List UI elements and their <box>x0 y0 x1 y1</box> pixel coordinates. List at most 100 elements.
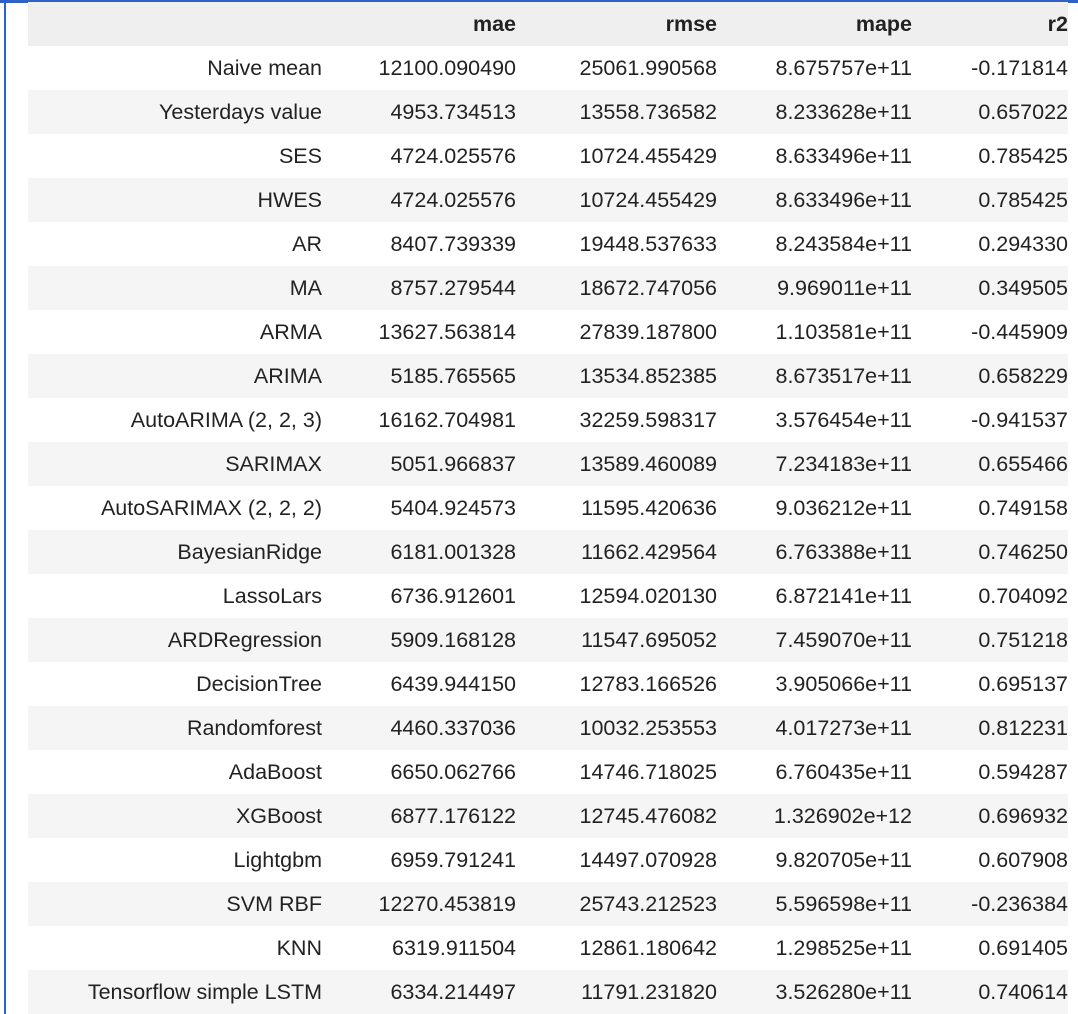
cell-r2: 0.740614 <box>978 979 1068 1004</box>
cell-r2: -0.941537 <box>971 407 1068 432</box>
cell-r2: 0.785425 <box>978 187 1068 212</box>
row-label: Naive mean <box>207 55 322 80</box>
cell-r2: 0.812231 <box>978 715 1068 740</box>
table-row: Tensorflow simple LSTM 6334.214497 11791.2… <box>28 970 1068 1014</box>
table-row: SVM RBF 12270.453819 25743.212523 5.596598e… <box>28 882 1068 926</box>
table-row: ARMA 13627.563814 27839.187800 1.103581e+11… <box>28 310 1068 354</box>
cell-mape: 8.675757e+11 <box>775 55 912 80</box>
cell-mape: 1.103581e+11 <box>775 319 912 344</box>
row-label: Lightgbm <box>233 847 322 872</box>
cell-mape: 9.820705e+11 <box>775 847 912 872</box>
cell-rmse: 14497.070928 <box>579 847 717 872</box>
row-label: LassoLars <box>222 583 322 608</box>
cell-mae: 6319.911504 <box>392 935 516 960</box>
cell-mae: 4460.337036 <box>390 715 516 740</box>
cell-rmse: 19448.537633 <box>579 231 717 256</box>
table-row: BayesianRidge 6181.001328 11662.429564 6.76… <box>28 530 1068 574</box>
table-row: SARIMAX 5051.966837 13589.460089 7.234183e+… <box>28 442 1068 486</box>
row-label: MA <box>289 275 322 300</box>
column-header-mape: mape <box>855 11 912 36</box>
cell-rmse: 10032.253553 <box>579 715 717 740</box>
cell-rmse: 13589.460089 <box>579 451 717 476</box>
cell-mae: 6959.791241 <box>390 847 516 872</box>
cell-rmse: 10724.455429 <box>579 143 717 168</box>
cell-r2: -0.236384 <box>971 891 1068 916</box>
cell-mape: 5.596598e+11 <box>775 891 912 916</box>
table-row: ARDRegression 5909.168128 11547.695052 7.45… <box>28 618 1068 662</box>
cell-mape: 1.326902e+12 <box>773 803 912 828</box>
table-body: Naive mean 12100.090490 25061.990568 8.6757… <box>28 46 1068 1014</box>
row-label: SARIMAX <box>225 451 322 476</box>
cell-rmse: 14746.718025 <box>579 759 717 784</box>
table-row: AR 8407.739339 19448.537633 8.243584e+11 0.2… <box>28 222 1068 266</box>
row-label: DecisionTree <box>196 671 322 696</box>
cell-r2: 0.749158 <box>978 495 1068 520</box>
cell-mae: 16162.704981 <box>378 407 516 432</box>
table-row: XGBoost 6877.176122 12745.476082 1.326902e+… <box>28 794 1068 838</box>
cell-rmse: 12861.180642 <box>579 935 717 960</box>
metrics-table: mae rmse mape r2 Naive mean 12100.090490 2506… <box>28 2 1068 1014</box>
cell-rmse: 13558.736582 <box>579 99 717 124</box>
row-label: SVM RBF <box>226 891 322 916</box>
cell-r2: 0.655466 <box>978 451 1068 476</box>
row-label: Yesterdays value <box>159 99 322 124</box>
cell-mape: 9.969011e+11 <box>777 275 912 300</box>
cell-mape: 4.017273e+11 <box>775 715 912 740</box>
cell-rmse: 13534.852385 <box>579 363 717 388</box>
cell-mape: 3.905066e+11 <box>775 671 912 696</box>
cell-r2: 0.294330 <box>978 231 1068 256</box>
table-row: Yesterdays value 4953.734513 13558.736582 8… <box>28 90 1068 134</box>
cell-r2: 0.704092 <box>978 583 1068 608</box>
table-row: MA 8757.279544 18672.747056 9.969011e+11 0.3… <box>28 266 1068 310</box>
cell-r2: -0.445909 <box>971 319 1068 344</box>
index-header <box>28 2 322 46</box>
cell-mae: 5909.168128 <box>390 627 516 652</box>
column-header-rmse: rmse <box>665 11 717 36</box>
cell-mae: 5185.765565 <box>390 363 516 388</box>
row-label: Tensorflow simple LSTM <box>87 979 322 1004</box>
cell-mape: 9.036212e+11 <box>775 495 912 520</box>
cell-mape: 3.526280e+11 <box>775 979 912 1004</box>
cell-r2: -0.171814 <box>971 55 1068 80</box>
table-row: LassoLars 6736.912601 12594.020130 6.872141… <box>28 574 1068 618</box>
cell-r2: 0.691405 <box>978 935 1068 960</box>
cell-mae: 8757.279544 <box>390 275 516 300</box>
row-label: ARMA <box>259 319 322 344</box>
cell-rmse: 27839.187800 <box>579 319 717 344</box>
cell-mape: 1.298525e+11 <box>775 935 912 960</box>
table-row: KNN 6319.911504 12861.180642 1.298525e+11 0.… <box>28 926 1068 970</box>
cell-mae: 12270.453819 <box>378 891 516 916</box>
table-row: Naive mean 12100.090490 25061.990568 8.6757… <box>28 46 1068 90</box>
cell-rmse: 11547.695052 <box>581 627 717 652</box>
cell-mae: 4724.025576 <box>390 187 516 212</box>
cell-mape: 8.633496e+11 <box>775 143 912 168</box>
cell-rmse: 12594.020130 <box>579 583 717 608</box>
cell-r2: 0.695137 <box>978 671 1068 696</box>
cell-mae: 5404.924573 <box>390 495 516 520</box>
table-row: AutoSARIMAX (2, 2, 2) 5404.924573 11595.42… <box>28 486 1068 530</box>
cell-mape: 8.233628e+11 <box>775 99 912 124</box>
row-label: AR <box>292 231 322 256</box>
cell-mae: 6334.214497 <box>390 979 516 1004</box>
cell-r2: 0.594287 <box>978 759 1068 784</box>
cell-r2: 0.658229 <box>978 363 1068 388</box>
table-row: Lightgbm 6959.791241 14497.070928 9.820705e… <box>28 838 1068 882</box>
cell-r2: 0.696932 <box>978 803 1068 828</box>
cell-mape: 8.633496e+11 <box>775 187 912 212</box>
cell-r2: 0.746250 <box>978 539 1068 564</box>
row-label: ARDRegression <box>167 627 322 652</box>
table-row: SES 4724.025576 10724.455429 8.633496e+11 0.… <box>28 134 1068 178</box>
row-label: AutoSARIMAX (2, 2, 2) <box>100 495 322 520</box>
cell-mape: 8.673517e+11 <box>775 363 912 388</box>
table-row: DecisionTree 6439.944150 12783.166526 3.905… <box>28 662 1068 706</box>
row-label: ARIMA <box>253 363 322 388</box>
row-label: SES <box>278 143 322 168</box>
cell-rmse: 25061.990568 <box>579 55 717 80</box>
row-label: HWES <box>257 187 323 212</box>
cell-rmse: 32259.598317 <box>579 407 717 432</box>
cell-mape: 6.760435e+11 <box>775 759 912 784</box>
cell-rmse: 11662.429564 <box>581 539 717 564</box>
cell-r2: 0.657022 <box>978 99 1068 124</box>
cell-rmse: 11791.231820 <box>581 979 717 1004</box>
cell-mae: 8407.739339 <box>390 231 516 256</box>
